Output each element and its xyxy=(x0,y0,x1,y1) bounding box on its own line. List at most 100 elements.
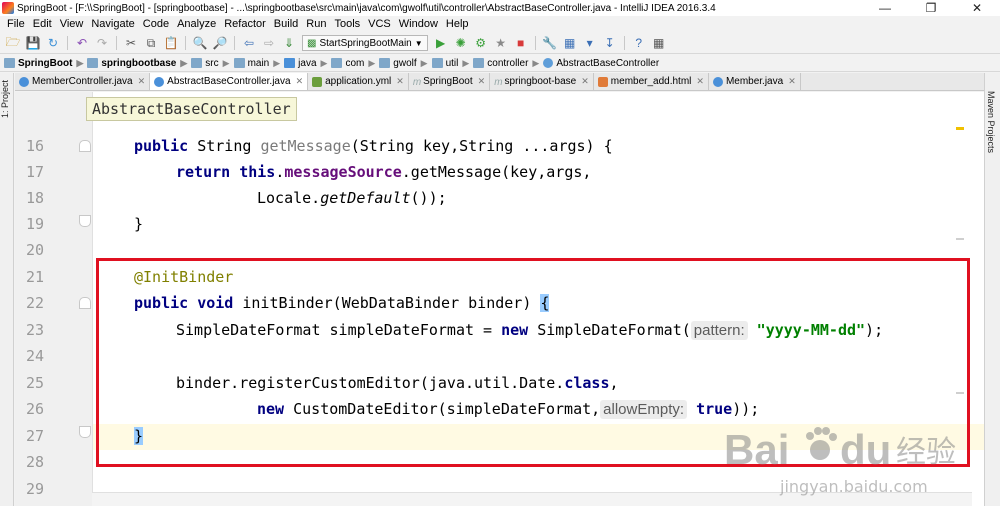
menu-edit[interactable]: Edit xyxy=(29,18,56,30)
run-config-label: StartSpringBootMain xyxy=(319,37,412,49)
restore-button[interactable]: ❐ xyxy=(908,0,954,16)
code-token: (String key,String ...args) { xyxy=(350,137,613,155)
code-line-17: return this.messageSource.getMessage(key… xyxy=(176,159,984,185)
copy-icon[interactable]: ⧉ xyxy=(143,35,159,51)
maven-projects-toggle[interactable]: Maven Projects xyxy=(986,91,996,153)
breadcrumb-label: gwolf xyxy=(393,57,417,69)
source-folder-icon xyxy=(284,58,296,68)
profile-icon[interactable]: ★ xyxy=(493,35,509,51)
tab-springboot-base[interactable]: m springboot-base ✕ xyxy=(490,73,594,90)
close-icon[interactable]: ✕ xyxy=(581,76,589,87)
close-icon[interactable]: ✕ xyxy=(296,76,304,87)
fold-collapse-icon[interactable] xyxy=(79,140,91,152)
code-text-area[interactable]: public String getMessage(String key,Stri… xyxy=(94,92,984,506)
code-token: SimpleDateFormat( xyxy=(537,321,691,339)
back-icon[interactable]: ⇦ xyxy=(241,35,257,51)
breadcrumb-controller[interactable]: controller ▶ xyxy=(471,58,541,69)
replace-icon[interactable]: 🔎 xyxy=(212,35,228,51)
java-class-icon xyxy=(19,76,29,87)
menu-refactor[interactable]: Refactor xyxy=(220,18,270,30)
toolbar-separator xyxy=(185,36,186,50)
paste-icon[interactable]: 📋 xyxy=(163,35,179,51)
error-stripe-mark[interactable] xyxy=(956,238,964,240)
breadcrumb-label: springbootbase xyxy=(101,57,177,69)
menu-code[interactable]: Code xyxy=(139,18,173,30)
breadcrumb-tooltip: AbstractBaseController xyxy=(86,97,297,121)
tab-application-yml[interactable]: application.yml ✕ xyxy=(308,73,409,90)
debug-icon[interactable]: ✺ xyxy=(453,35,469,51)
tab-member-add-html[interactable]: member_add.html ✕ xyxy=(593,73,709,90)
project-panel-toggle[interactable]: 1: Project xyxy=(0,79,14,119)
tab-springboot[interactable]: m SpringBoot ✕ xyxy=(408,73,491,90)
run-configuration-select[interactable]: ▩ StartSpringBootMain ▼ xyxy=(302,35,428,51)
code-line-19: } xyxy=(134,211,984,237)
error-stripe-mark[interactable] xyxy=(956,392,964,394)
code-editor[interactable]: 16 17 18 19 20 21 22 23 24 25 26 27 28 2… xyxy=(15,92,984,506)
close-button[interactable]: ✕ xyxy=(954,0,1000,16)
download-icon[interactable]: ↧ xyxy=(602,35,618,51)
stop-icon[interactable]: ■ xyxy=(513,35,529,51)
line-number: 24 xyxy=(25,347,45,365)
close-icon[interactable]: ✕ xyxy=(788,76,796,87)
package-icon xyxy=(379,58,391,68)
menu-file[interactable]: File xyxy=(3,18,29,30)
breadcrumb-util[interactable]: util ▶ xyxy=(430,58,472,69)
package-icon xyxy=(331,58,343,68)
sdk-icon[interactable]: ▾ xyxy=(582,35,598,51)
breadcrumb-abstractbasecontroller[interactable]: AbstractBaseController xyxy=(541,58,661,69)
tab-abstractbasecontroller[interactable]: AbstractBaseController.java ✕ xyxy=(150,73,309,90)
build-icon[interactable]: ⇓ xyxy=(281,35,297,51)
undo-icon[interactable]: ↶ xyxy=(74,35,90,51)
tab-membercontroller[interactable]: MemberController.java ✕ xyxy=(15,73,151,90)
minimize-button[interactable]: — xyxy=(862,0,908,16)
close-icon[interactable]: ✕ xyxy=(696,76,704,87)
save-all-icon[interactable]: 💾 xyxy=(25,35,41,51)
breadcrumb-main[interactable]: main ▶ xyxy=(232,58,283,69)
breadcrumb-src[interactable]: src ▶ xyxy=(189,58,231,69)
menu-run[interactable]: Run xyxy=(302,18,330,30)
close-icon[interactable]: ✕ xyxy=(478,76,486,87)
forward-icon[interactable]: ⇨ xyxy=(261,35,277,51)
close-icon[interactable]: ✕ xyxy=(138,76,146,87)
breadcrumb-springboot[interactable]: SpringBoot ▶ xyxy=(2,58,85,69)
menu-view[interactable]: View xyxy=(56,18,88,30)
menu-analyze[interactable]: Analyze xyxy=(173,18,220,30)
code-token: binder.registerCustomEditor(java.util.Da… xyxy=(176,374,565,392)
breadcrumb-com[interactable]: com ▶ xyxy=(329,58,377,69)
tab-label: SpringBoot xyxy=(423,76,473,87)
main-toolbar: 🗁 💾 ↻ ↶ ↷ ✂ ⧉ 📋 🔍 🔎 ⇦ ⇨ ⇓ ▩ StartSpringB… xyxy=(0,33,1000,54)
yaml-file-icon xyxy=(312,76,323,87)
coverage-icon[interactable]: ⚙ xyxy=(473,35,489,51)
close-icon[interactable]: ✕ xyxy=(396,76,404,87)
settings-icon[interactable]: 🔧 xyxy=(542,35,558,51)
terminal-icon[interactable]: ▦ xyxy=(651,35,667,51)
breadcrumb-gwolf[interactable]: gwolf ▶ xyxy=(377,58,429,69)
menu-tools[interactable]: Tools xyxy=(330,18,364,30)
code-line-26: new CustomDateEditor(simpleDateFormat, al… xyxy=(257,396,984,422)
menu-build[interactable]: Build xyxy=(270,18,302,30)
tab-member-java[interactable]: Member.java ✕ xyxy=(708,73,801,90)
run-icon[interactable]: ▶ xyxy=(433,35,449,51)
menu-vcs[interactable]: VCS xyxy=(364,18,395,30)
menu-window[interactable]: Window xyxy=(395,18,442,30)
class-icon xyxy=(543,58,554,68)
java-class-icon xyxy=(154,76,165,87)
sync-icon[interactable]: ↻ xyxy=(45,35,61,51)
breadcrumb-java[interactable]: java ▶ xyxy=(282,58,329,69)
fold-collapse-icon[interactable] xyxy=(79,297,91,309)
breadcrumb-label: util xyxy=(445,57,459,69)
error-stripe-mark[interactable] xyxy=(956,127,964,130)
code-token: , xyxy=(609,374,619,392)
redo-icon[interactable]: ↷ xyxy=(94,35,110,51)
menu-help[interactable]: Help xyxy=(442,18,473,30)
open-folder-icon[interactable]: 🗁 xyxy=(5,35,21,51)
project-structure-icon[interactable]: ▦ xyxy=(562,35,578,51)
breadcrumb-springbootbase[interactable]: springbootbase ▶ xyxy=(85,58,189,69)
menu-bar: File Edit View Navigate Code Analyze Ref… xyxy=(0,16,1000,32)
code-token: Locale. xyxy=(257,189,321,207)
horizontal-scrollbar[interactable] xyxy=(92,492,972,506)
find-icon[interactable]: 🔍 xyxy=(192,35,208,51)
menu-navigate[interactable]: Navigate xyxy=(87,18,138,30)
cut-icon[interactable]: ✂ xyxy=(123,35,139,51)
help-icon[interactable]: ? xyxy=(631,35,647,51)
